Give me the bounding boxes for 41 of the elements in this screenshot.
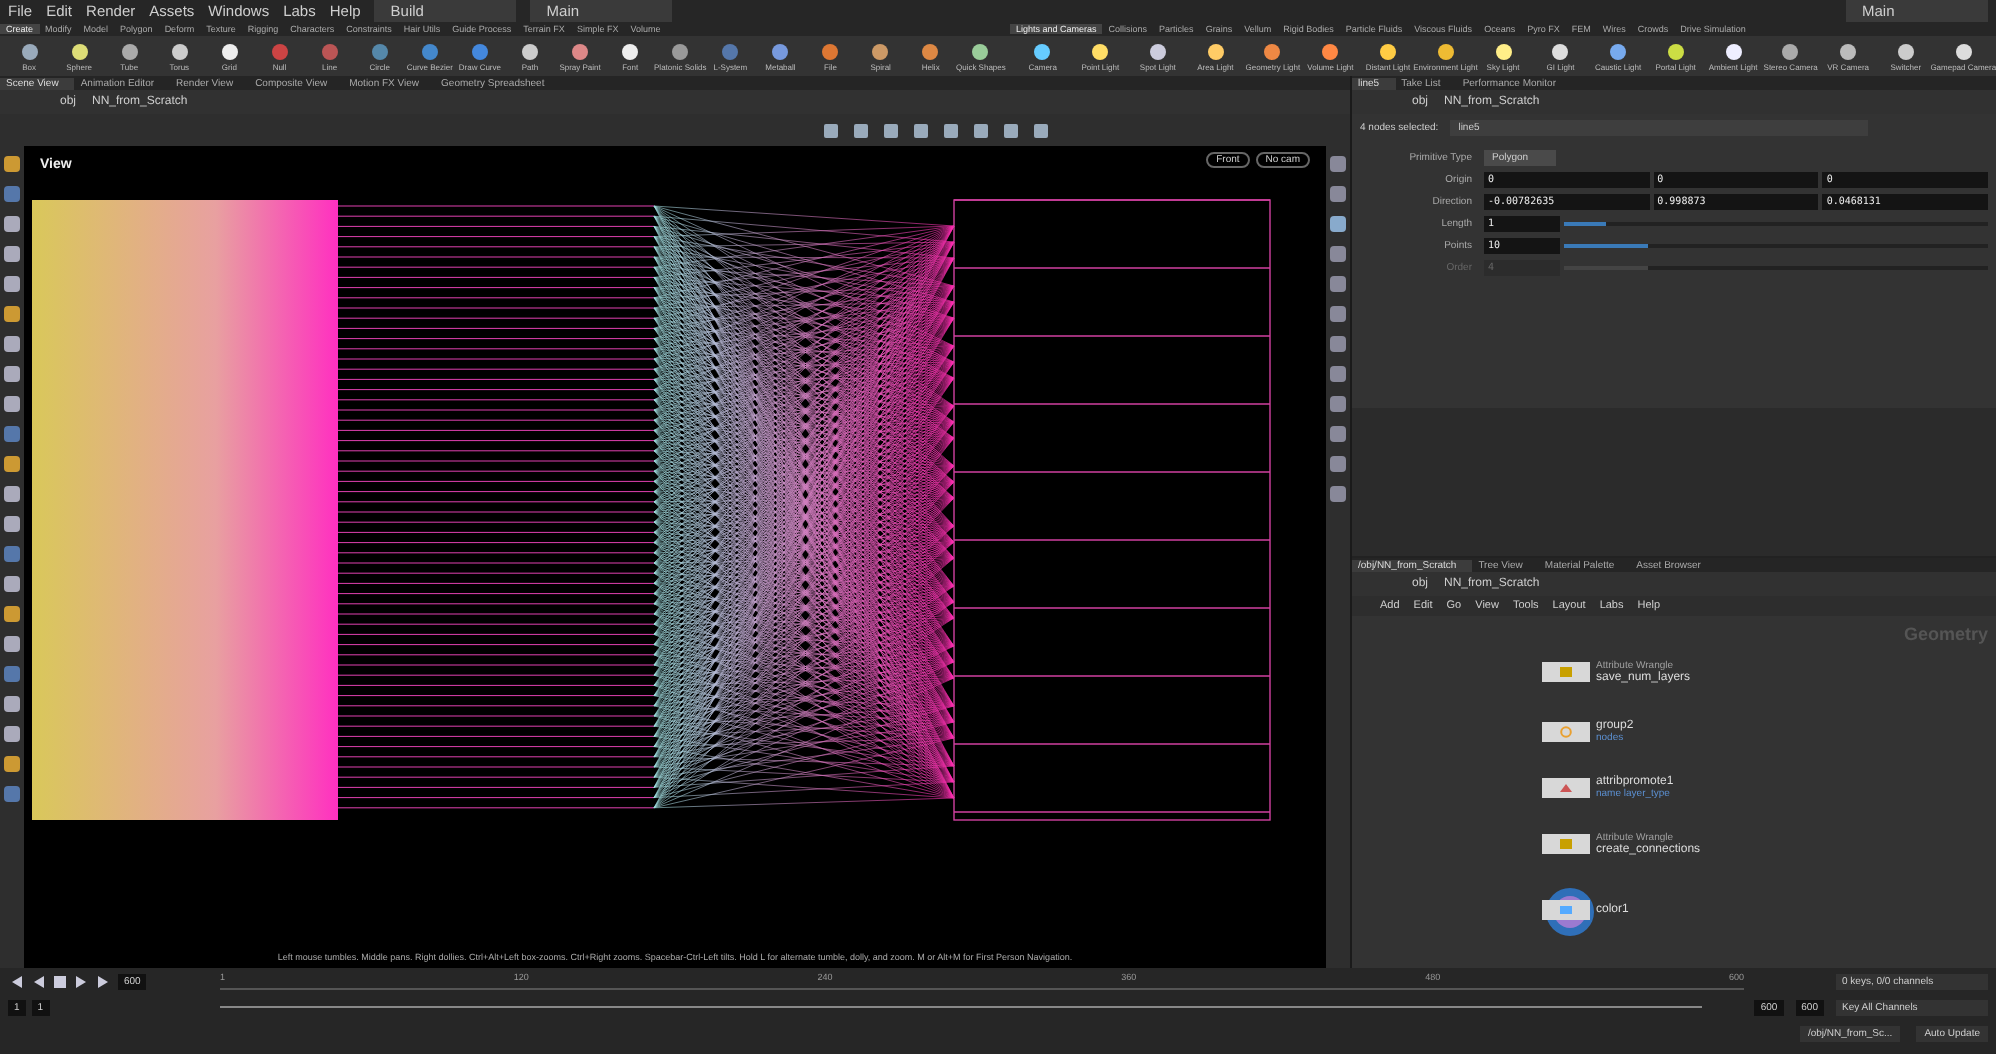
node-type-icon bbox=[1558, 782, 1574, 794]
light-icon[interactable] bbox=[1377, 41, 1398, 61]
shape-icon[interactable] bbox=[620, 41, 641, 61]
shape-icon[interactable] bbox=[870, 41, 891, 61]
node-type-icon bbox=[1558, 838, 1574, 850]
shape-icon[interactable] bbox=[19, 41, 40, 61]
node-box[interactable] bbox=[1542, 722, 1590, 742]
light-icon[interactable] bbox=[1493, 41, 1513, 61]
light-icon[interactable] bbox=[1435, 41, 1456, 61]
light-icon[interactable] bbox=[1608, 41, 1629, 61]
ring-icon bbox=[1558, 726, 1574, 738]
light-icon[interactable] bbox=[1032, 41, 1053, 61]
shape-icon[interactable] bbox=[519, 41, 540, 61]
light-icon[interactable] bbox=[1090, 41, 1111, 61]
light-icon[interactable] bbox=[1895, 41, 1916, 61]
stop-icon[interactable] bbox=[52, 973, 68, 989]
light-icon[interactable] bbox=[1147, 41, 1168, 61]
light-icon[interactable] bbox=[1838, 41, 1859, 61]
shape-icon[interactable] bbox=[119, 41, 140, 61]
node-box[interactable] bbox=[1542, 834, 1590, 854]
shape-icon[interactable] bbox=[69, 41, 90, 61]
light-icon[interactable] bbox=[1953, 41, 1974, 61]
light-icon[interactable] bbox=[1723, 41, 1744, 61]
shape-icon[interactable] bbox=[570, 41, 591, 61]
shape-icon[interactable] bbox=[970, 41, 991, 61]
shape-icon[interactable] bbox=[670, 41, 691, 61]
shape-icon[interactable] bbox=[920, 41, 941, 61]
shape-icon[interactable] bbox=[219, 41, 240, 61]
node-box[interactable] bbox=[1542, 900, 1590, 920]
light-icon[interactable] bbox=[1320, 41, 1341, 61]
light-icon[interactable] bbox=[1780, 41, 1801, 61]
node-type-icon bbox=[1558, 666, 1574, 678]
node-type-icon bbox=[1558, 904, 1574, 916]
shape-icon[interactable] bbox=[169, 41, 190, 61]
node-box[interactable] bbox=[1542, 662, 1590, 682]
shape-icon[interactable] bbox=[770, 41, 791, 61]
light-icon[interactable] bbox=[1205, 41, 1226, 61]
light-icon[interactable] bbox=[1665, 41, 1686, 61]
light-icon[interactable] bbox=[1262, 41, 1283, 61]
node-box[interactable] bbox=[1542, 778, 1590, 798]
light-icon[interactable] bbox=[1550, 41, 1571, 61]
